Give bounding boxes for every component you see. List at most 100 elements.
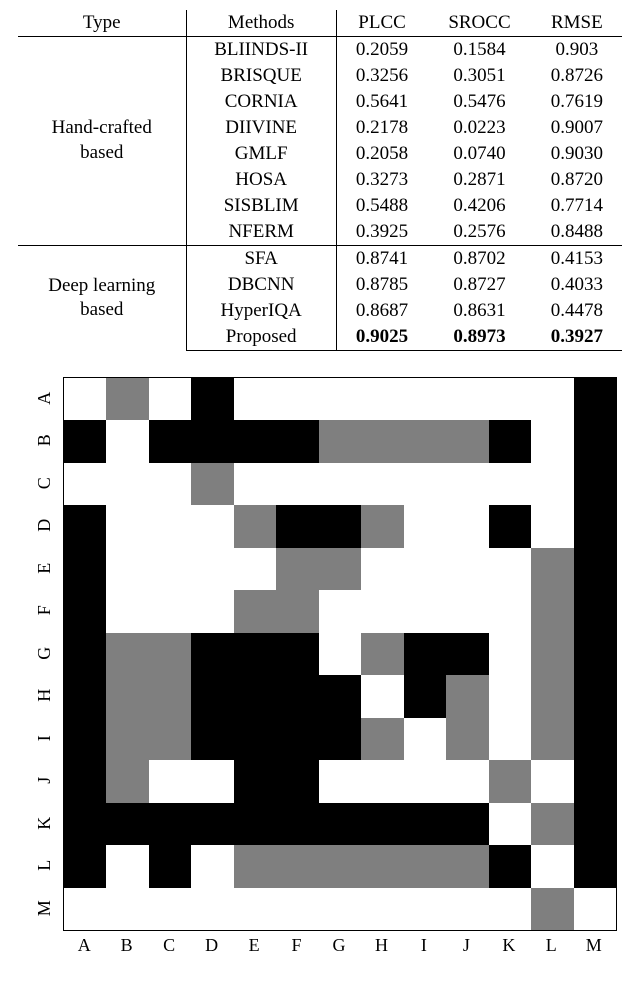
y-tick-label: L (23, 846, 65, 884)
heatmap-cell (361, 803, 403, 845)
heatmap-cell (149, 718, 191, 760)
heatmap-cell (149, 760, 191, 802)
heatmap-cell (191, 633, 233, 675)
heatmap-cell (446, 675, 488, 717)
heatmap-cell (404, 378, 446, 420)
heatmap-cell (361, 760, 403, 802)
heatmap-cell (234, 675, 276, 717)
heatmap-cell (446, 420, 488, 462)
heatmap-cell (149, 888, 191, 930)
heatmap-cell (404, 420, 446, 462)
heatmap-cell (149, 463, 191, 505)
heatmap-cell (191, 378, 233, 420)
heatmap-cell (489, 675, 531, 717)
heatmap-cell (574, 420, 616, 462)
y-tick-label: I (23, 719, 65, 757)
heatmap-cell (319, 888, 361, 930)
value-cell: 0.4206 (427, 193, 531, 219)
heatmap-cell (404, 463, 446, 505)
y-tick-label: J (23, 761, 65, 799)
x-tick-label: C (148, 935, 190, 956)
heatmap-cell (574, 718, 616, 760)
heatmap-cell (234, 505, 276, 547)
x-tick-label: K (488, 935, 530, 956)
heatmap-cell (531, 760, 573, 802)
heatmap-cell (531, 803, 573, 845)
method-cell: BLIINDS-II (186, 37, 336, 64)
value-cell: 0.8720 (532, 167, 622, 193)
heatmap-cell (276, 760, 318, 802)
heatmap-cell (234, 760, 276, 802)
heatmap-cell (361, 845, 403, 887)
heatmap-cell (191, 845, 233, 887)
heatmap-cell (574, 505, 616, 547)
heatmap-cell (319, 590, 361, 632)
value-cell: 0.3927 (532, 324, 622, 351)
y-tick-label: F (23, 592, 65, 630)
heatmap-cell (404, 760, 446, 802)
heatmap-cell (276, 378, 318, 420)
heatmap-cell (574, 845, 616, 887)
heatmap-cell (361, 378, 403, 420)
heatmap-cell (531, 590, 573, 632)
value-cell: 0.8687 (336, 298, 427, 324)
heatmap-cell (276, 633, 318, 675)
heatmap-cell (276, 675, 318, 717)
table-row: Deep learningbasedSFA0.87410.87020.4153 (18, 246, 622, 273)
heatmap-cell (361, 675, 403, 717)
value-cell: 0.8785 (336, 272, 427, 298)
heatmap-cell (319, 675, 361, 717)
heatmap-cell (574, 633, 616, 675)
x-tick-label: E (233, 935, 275, 956)
heatmap-cell (446, 548, 488, 590)
heatmap-x-axis: ABCDEFGHIJKLM (63, 935, 615, 961)
heatmap-cell (149, 633, 191, 675)
heatmap-cell (446, 845, 488, 887)
heatmap-cell (531, 505, 573, 547)
y-tick-label: C (23, 464, 65, 502)
value-cell: 0.7714 (532, 193, 622, 219)
heatmap-cell (319, 420, 361, 462)
method-cell: SFA (186, 246, 336, 273)
heatmap-cell (276, 845, 318, 887)
heatmap-cell (489, 590, 531, 632)
x-tick-label: B (105, 935, 147, 956)
heatmap-cell (276, 590, 318, 632)
heatmap-cell (106, 633, 148, 675)
value-cell: 0.1584 (427, 37, 531, 64)
heatmap-cell (489, 548, 531, 590)
heatmap-cell (106, 845, 148, 887)
value-cell: 0.8973 (427, 324, 531, 351)
heatmap-cell (319, 803, 361, 845)
heatmap-cell (149, 378, 191, 420)
heatmap-cell (446, 505, 488, 547)
heatmap-cell (404, 845, 446, 887)
heatmap-cell (191, 718, 233, 760)
heatmap-cell (106, 675, 148, 717)
x-tick-label: A (63, 935, 105, 956)
heatmap-cell (361, 888, 403, 930)
heatmap-cell (106, 888, 148, 930)
heatmap-cell (319, 760, 361, 802)
heatmap-cell (106, 590, 148, 632)
type-cell: Hand-craftedbased (18, 37, 186, 246)
heatmap-cell (106, 378, 148, 420)
value-cell: 0.0740 (427, 141, 531, 167)
value-cell: 0.9007 (532, 115, 622, 141)
heatmap-cell (489, 760, 531, 802)
heatmap-cell (574, 675, 616, 717)
heatmap-cell (319, 718, 361, 760)
heatmap-cell (64, 718, 106, 760)
heatmap-cell (531, 463, 573, 505)
value-cell: 0.4478 (532, 298, 622, 324)
heatmap-cell (319, 633, 361, 675)
y-tick-label: H (23, 677, 65, 715)
heatmap-cell (191, 420, 233, 462)
heatmap-cell (489, 803, 531, 845)
heatmap-cell (361, 463, 403, 505)
value-cell: 0.5641 (336, 89, 427, 115)
method-cell: GMLF (186, 141, 336, 167)
method-cell: SISBLIM (186, 193, 336, 219)
heatmap-cell (149, 420, 191, 462)
heatmap-cell (234, 548, 276, 590)
